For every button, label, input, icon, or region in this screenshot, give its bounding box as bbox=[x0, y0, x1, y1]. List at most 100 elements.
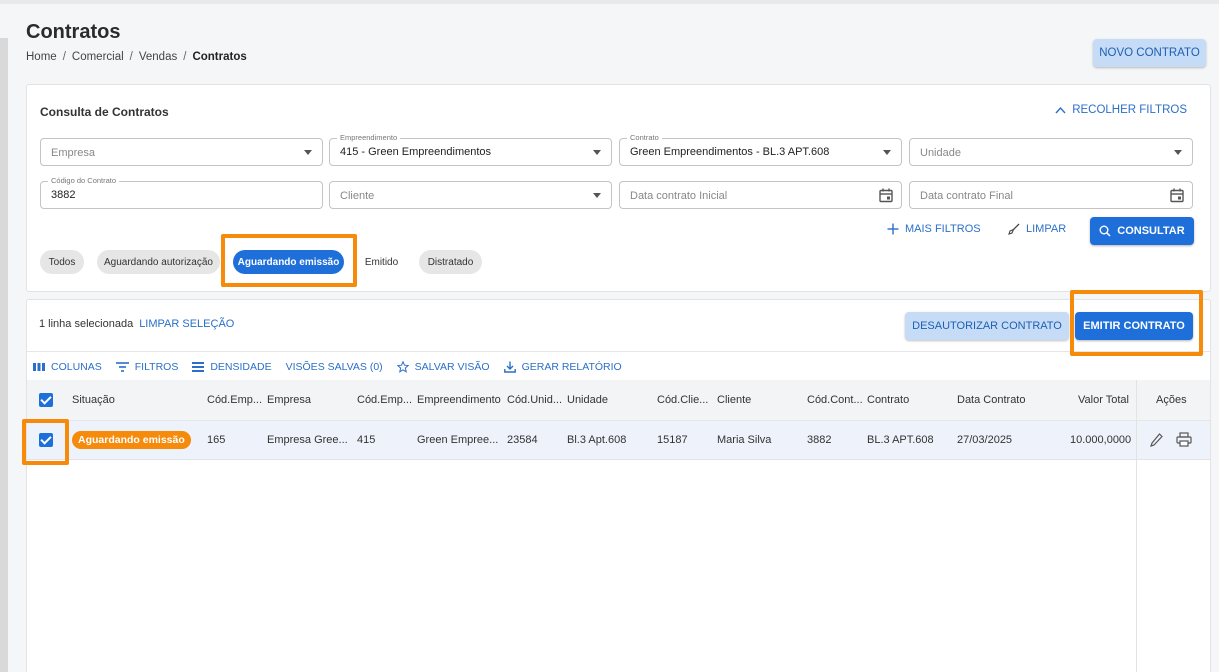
clear-label: LIMPAR bbox=[1026, 223, 1067, 235]
column-header[interactable]: Data Contrato bbox=[957, 394, 1025, 406]
cell-cod-empreendimento: 415 bbox=[357, 434, 376, 446]
star-icon bbox=[396, 361, 409, 373]
column-header[interactable]: Valor Total bbox=[1078, 394, 1129, 406]
breadcrumb-separator: / bbox=[62, 51, 66, 63]
table-row[interactable]: Aguardando emissão 165 Empresa Gree... 4… bbox=[27, 421, 1210, 460]
save-view-button[interactable]: SALVAR VISÃO bbox=[396, 361, 490, 373]
codigo-contrato-label: Código do Contrato bbox=[48, 176, 120, 185]
chip-emitido[interactable]: Emitido bbox=[356, 250, 407, 274]
codigo-contrato-input[interactable]: Código do Contrato 3882 bbox=[40, 176, 323, 209]
status-badge: Aguardando emissão bbox=[72, 431, 191, 449]
unauthorize-contract-button[interactable]: DESAUTORIZAR CONTRATO bbox=[905, 312, 1069, 340]
generate-report-label: GERAR RELATÓRIO bbox=[521, 361, 622, 373]
more-filters-label: MAIS FILTROS bbox=[905, 223, 981, 235]
column-header[interactable]: Unidade bbox=[567, 394, 608, 406]
columns-button[interactable]: COLUNAS bbox=[33, 361, 102, 373]
chip-distratado[interactable]: Distratado bbox=[419, 250, 482, 274]
broom-icon bbox=[1008, 223, 1020, 235]
search-icon bbox=[1099, 225, 1111, 237]
cell-empresa: Empresa Gree... bbox=[267, 434, 348, 446]
new-contract-button[interactable]: NOVO CONTRATO bbox=[1093, 39, 1206, 67]
row-checkbox[interactable] bbox=[39, 433, 53, 447]
dropdown-caret-icon bbox=[1174, 150, 1182, 155]
cell-cliente: Maria Silva bbox=[717, 434, 772, 446]
column-header[interactable]: Cód.Unid... bbox=[507, 394, 562, 406]
dropdown-caret-icon bbox=[593, 150, 601, 155]
saved-views-label: VISÕES SALVAS (0) bbox=[285, 361, 383, 373]
cell-contrato: BL.3 APT.608 bbox=[867, 434, 934, 446]
density-button[interactable]: DENSIDADE bbox=[192, 361, 272, 373]
page-title: Contratos bbox=[26, 21, 121, 43]
generate-report-button[interactable]: GERAR RELATÓRIO bbox=[503, 361, 622, 373]
actions-column bbox=[1136, 380, 1212, 672]
breadcrumb-home[interactable]: Home bbox=[26, 51, 57, 63]
cliente-select[interactable]: Cliente bbox=[329, 181, 612, 209]
grid-toolbar: COLUNAS FILTROS DENSIDADE VISÕES SALVAS … bbox=[33, 361, 622, 373]
empresa-placeholder: Empresa bbox=[51, 147, 96, 159]
column-header[interactable]: Empresa bbox=[267, 394, 311, 406]
plus-icon bbox=[887, 223, 899, 235]
unidade-placeholder: Unidade bbox=[920, 147, 961, 159]
breadcrumb-separator: / bbox=[129, 51, 133, 63]
empreendimento-label: Empreendimento bbox=[337, 133, 401, 142]
chip-aguardando-emissao[interactable]: Aguardando emissão bbox=[233, 250, 344, 274]
contrato-select[interactable]: Contrato Green Empreendimentos - BL.3 AP… bbox=[619, 133, 902, 166]
cell-data-contrato: 27/03/2025 bbox=[957, 434, 1013, 446]
empresa-select[interactable]: Empresa bbox=[40, 138, 323, 166]
clear-selection-link[interactable]: LIMPAR SELEÇÃO bbox=[139, 318, 234, 330]
calendar-icon[interactable] bbox=[1170, 188, 1184, 203]
data-final-placeholder: Data contrato Final bbox=[920, 190, 1013, 202]
density-icon bbox=[192, 362, 205, 372]
table-header: Situação Cód.Emp... Empresa Cód.Emp... E… bbox=[27, 380, 1210, 421]
dropdown-caret-icon bbox=[304, 150, 312, 155]
cell-cod-empresa: 165 bbox=[207, 434, 226, 446]
select-all-checkbox[interactable] bbox=[39, 393, 53, 407]
column-header[interactable]: Cód.Clie... bbox=[657, 394, 708, 406]
calendar-icon[interactable] bbox=[879, 188, 893, 203]
chip-aguardando-autorizacao[interactable]: Aguardando autorização bbox=[97, 250, 220, 274]
emit-contract-button[interactable]: EMITIR CONTRATO bbox=[1075, 312, 1193, 340]
cliente-placeholder: Cliente bbox=[340, 190, 375, 202]
column-header[interactable]: Cód.Cont... bbox=[807, 394, 863, 406]
left-scroll-rail bbox=[0, 38, 8, 672]
collapse-filters-button[interactable]: RECOLHER FILTROS bbox=[1055, 104, 1187, 116]
column-header[interactable]: Situação bbox=[72, 394, 115, 406]
dropdown-caret-icon bbox=[883, 150, 891, 155]
contrato-label: Contrato bbox=[627, 133, 662, 142]
breadcrumb-comercial[interactable]: Comercial bbox=[72, 51, 124, 63]
chip-todos[interactable]: Todos bbox=[40, 250, 84, 274]
results-card: 1 linha selecionada LIMPAR SELEÇÃO DESAU… bbox=[26, 299, 1211, 672]
download-icon bbox=[503, 361, 516, 373]
dropdown-caret-icon bbox=[593, 193, 601, 198]
data-final-input[interactable]: Data contrato Final bbox=[909, 181, 1193, 209]
contrato-value: Green Empreendimentos - BL.3 APT.608 bbox=[630, 146, 830, 158]
chevron-up-icon bbox=[1055, 106, 1066, 114]
selection-info: 1 linha selecionada LIMPAR SELEÇÃO bbox=[39, 318, 234, 330]
column-header[interactable]: Empreendimento bbox=[417, 394, 501, 406]
selection-count: 1 linha selecionada bbox=[39, 318, 134, 330]
filter-card-title: Consulta de Contratos bbox=[40, 105, 169, 119]
empreendimento-value: 415 - Green Empreendimentos bbox=[340, 146, 492, 158]
column-header[interactable]: Contrato bbox=[867, 394, 909, 406]
column-header[interactable]: Cód.Emp... bbox=[207, 394, 262, 406]
clear-button[interactable]: LIMPAR bbox=[1008, 223, 1066, 235]
cell-cod-contrato: 3882 bbox=[807, 434, 832, 446]
cell-valor-total: 10.000,0000 bbox=[1070, 434, 1132, 446]
cell-unidade: Bl.3 Apt.608 bbox=[567, 434, 627, 446]
empreendimento-select[interactable]: Empreendimento 415 - Green Empreendiment… bbox=[329, 133, 612, 166]
columns-icon bbox=[33, 363, 45, 371]
consult-label: CONSULTAR bbox=[1117, 225, 1185, 237]
column-header[interactable]: Cliente bbox=[717, 394, 751, 406]
breadcrumb-vendas[interactable]: Vendas bbox=[139, 51, 177, 63]
columns-label: COLUNAS bbox=[51, 361, 102, 373]
filters-button[interactable]: FILTROS bbox=[115, 361, 178, 373]
unidade-select[interactable]: Unidade bbox=[909, 138, 1193, 166]
column-header[interactable]: Cód.Emp... bbox=[357, 394, 412, 406]
cell-cod-unidade: 23584 bbox=[507, 434, 538, 446]
data-inicial-input[interactable]: Data contrato Inicial bbox=[619, 181, 902, 209]
consult-button[interactable]: CONSULTAR bbox=[1090, 217, 1194, 245]
saved-views-button[interactable]: VISÕES SALVAS (0) bbox=[286, 361, 383, 373]
filter-card: Consulta de Contratos RECOLHER FILTROS E… bbox=[26, 84, 1211, 292]
density-label: DENSIDADE bbox=[210, 361, 272, 373]
more-filters-button[interactable]: MAIS FILTROS bbox=[887, 223, 981, 235]
